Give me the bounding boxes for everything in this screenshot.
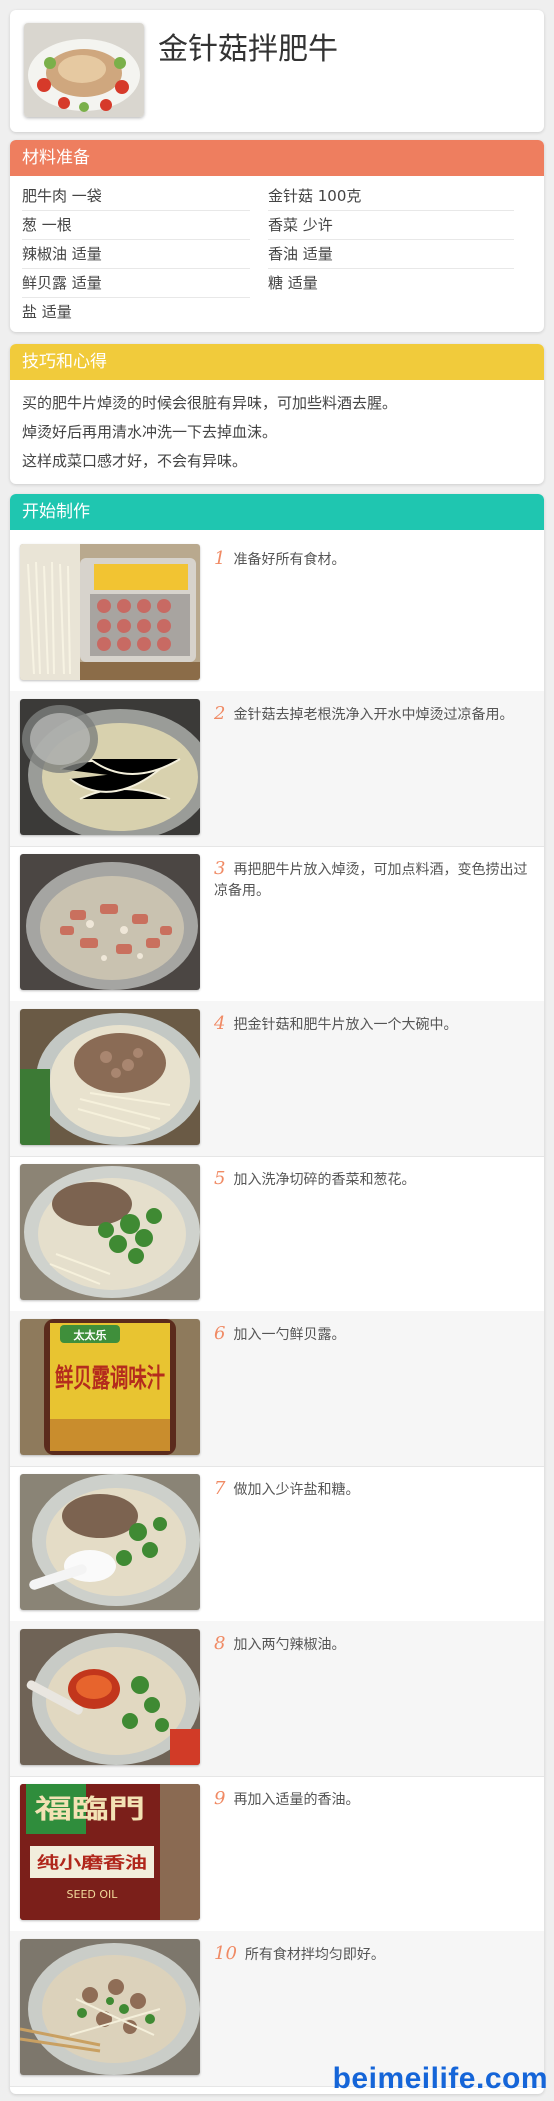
tip-line: 买的肥牛片焯烫的时候会很脏有异味，可加些料酒去腥。 bbox=[22, 394, 398, 412]
tip-line: 这样成菜口感才好，不会有异味。 bbox=[22, 452, 248, 470]
step-item: 5 加入洗净切碎的香菜和葱花。 bbox=[10, 1156, 544, 1312]
chili-oil-photo bbox=[20, 1629, 200, 1765]
step-item: 1 准备好所有食材。 bbox=[10, 536, 544, 692]
site-watermark: beimeilife.com bbox=[332, 2062, 548, 2095]
ingredient-item: 葱 一根 bbox=[22, 211, 250, 240]
tips-body: 买的肥牛片焯烫的时候会很脏有异味，可加些料酒去腥。 焯烫好后再用清水冲洗一下去掉… bbox=[10, 380, 544, 484]
step-description: 所有食材拌均匀即好。 bbox=[244, 1947, 385, 1963]
steps-header: 开始制作 bbox=[10, 494, 544, 530]
step-description: 再加入适量的香油。 bbox=[233, 1792, 360, 1808]
step-item: 2 金针菇去掉老根洗净入开水中焯烫过凉备用。 bbox=[10, 691, 544, 847]
step-description: 加入两勺辣椒油。 bbox=[233, 1637, 346, 1653]
salt-spoon-photo bbox=[20, 1474, 200, 1610]
ingredient-item: 肥牛肉 一袋 bbox=[22, 182, 250, 211]
final-dish-photo bbox=[20, 1939, 200, 2075]
step-number: 8 bbox=[214, 1633, 226, 1654]
step-number: 2 bbox=[214, 703, 226, 724]
step-item: 4 把金针菇和肥牛片放入一个大碗中。 bbox=[10, 1001, 544, 1157]
step-number: 10 bbox=[214, 1943, 237, 1964]
sauce-bottle-photo: 太太乐 鲜贝露调味汁 bbox=[20, 1319, 200, 1455]
ingredient-item: 糖 适量 bbox=[268, 274, 318, 292]
bottle-label: 鲜贝露调味汁 bbox=[55, 1364, 165, 1394]
ingredient-item: 金针菇 100克 bbox=[268, 182, 514, 211]
bottle-brand: 福臨門 bbox=[34, 1795, 145, 1825]
step-number: 5 bbox=[214, 1168, 226, 1189]
step-number: 1 bbox=[214, 548, 226, 569]
steps-section: 开始制作 1 准备好所有食材。 2 金针菇去掉老根洗净入开水中焯烫过凉备用。 3… bbox=[10, 494, 544, 2094]
herbs-photo bbox=[20, 1164, 200, 1300]
page-title: 金针菇拌肥牛 bbox=[158, 32, 338, 67]
step-number: 4 bbox=[214, 1013, 226, 1034]
step-item: 福臨門 纯小磨香油 SEED OIL 9 再加入适量的香油。 bbox=[10, 1776, 544, 1932]
step-item: 3 再把肥牛片放入焯烫，可加点料酒，变色捞出过凉备用。 bbox=[10, 846, 544, 1002]
ingredients-photo bbox=[20, 544, 200, 680]
ingredients-header: 材料准备 bbox=[10, 140, 544, 176]
step-description: 准备好所有食材。 bbox=[233, 552, 346, 568]
blanch-beef-photo bbox=[20, 854, 200, 990]
ingredient-item: 辣椒油 适量 bbox=[22, 240, 250, 269]
step-item: 8 加入两勺辣椒油。 bbox=[10, 1621, 544, 1777]
dish-thumbnail bbox=[24, 23, 144, 117]
ingredient-item: 鲜贝露 适量 bbox=[22, 269, 250, 298]
bowl-photo bbox=[20, 1009, 200, 1145]
tip-line: 焯烫好后再用清水冲洗一下去掉血沫。 bbox=[22, 423, 278, 441]
step-description: 再把肥牛片放入焯烫，可加点料酒，变色捞出过凉备用。 bbox=[214, 862, 528, 899]
step-number: 9 bbox=[214, 1788, 226, 1809]
bottle-brand: 太太乐 bbox=[73, 1328, 107, 1342]
step-description: 做加入少许盐和糖。 bbox=[233, 1482, 360, 1498]
step-number: 6 bbox=[214, 1323, 226, 1344]
bottle-label: 纯小磨香油 bbox=[37, 1853, 147, 1872]
blanch-mushroom-photo bbox=[20, 699, 200, 835]
step-item: 太太乐 鲜贝露调味汁 6 加入一勺鲜贝露。 bbox=[10, 1311, 544, 1467]
bottle-sub-label: SEED OIL bbox=[67, 1888, 119, 1901]
step-description: 把金针菇和肥牛片放入一个大碗中。 bbox=[233, 1017, 458, 1033]
step-item: 7 做加入少许盐和糖。 bbox=[10, 1466, 544, 1622]
step-number: 3 bbox=[214, 858, 226, 879]
step-number: 7 bbox=[214, 1478, 226, 1499]
ingredient-item: 香菜 少许 bbox=[268, 211, 514, 240]
tips-section: 技巧和心得 买的肥牛片焯烫的时候会很脏有异味，可加些料酒去腥。 焯烫好后再用清水… bbox=[10, 344, 544, 484]
tips-header: 技巧和心得 bbox=[10, 344, 544, 380]
step-description: 加入一勺鲜贝露。 bbox=[233, 1327, 346, 1343]
ingredient-item: 盐 适量 bbox=[22, 303, 72, 321]
recipe-header: 金针菇拌肥牛 bbox=[10, 10, 544, 132]
step-description: 金针菇去掉老根洗净入开水中焯烫过凉备用。 bbox=[233, 707, 514, 723]
ingredients-section: 材料准备 肥牛肉 一袋 金针菇 100克 葱 一根 香菜 少许 辣椒油 适量 香… bbox=[10, 140, 544, 332]
ingredient-item: 香油 适量 bbox=[268, 240, 514, 269]
step-description: 加入洗净切碎的香菜和葱花。 bbox=[233, 1172, 416, 1188]
sesame-oil-photo: 福臨門 纯小磨香油 SEED OIL bbox=[20, 1784, 200, 1920]
